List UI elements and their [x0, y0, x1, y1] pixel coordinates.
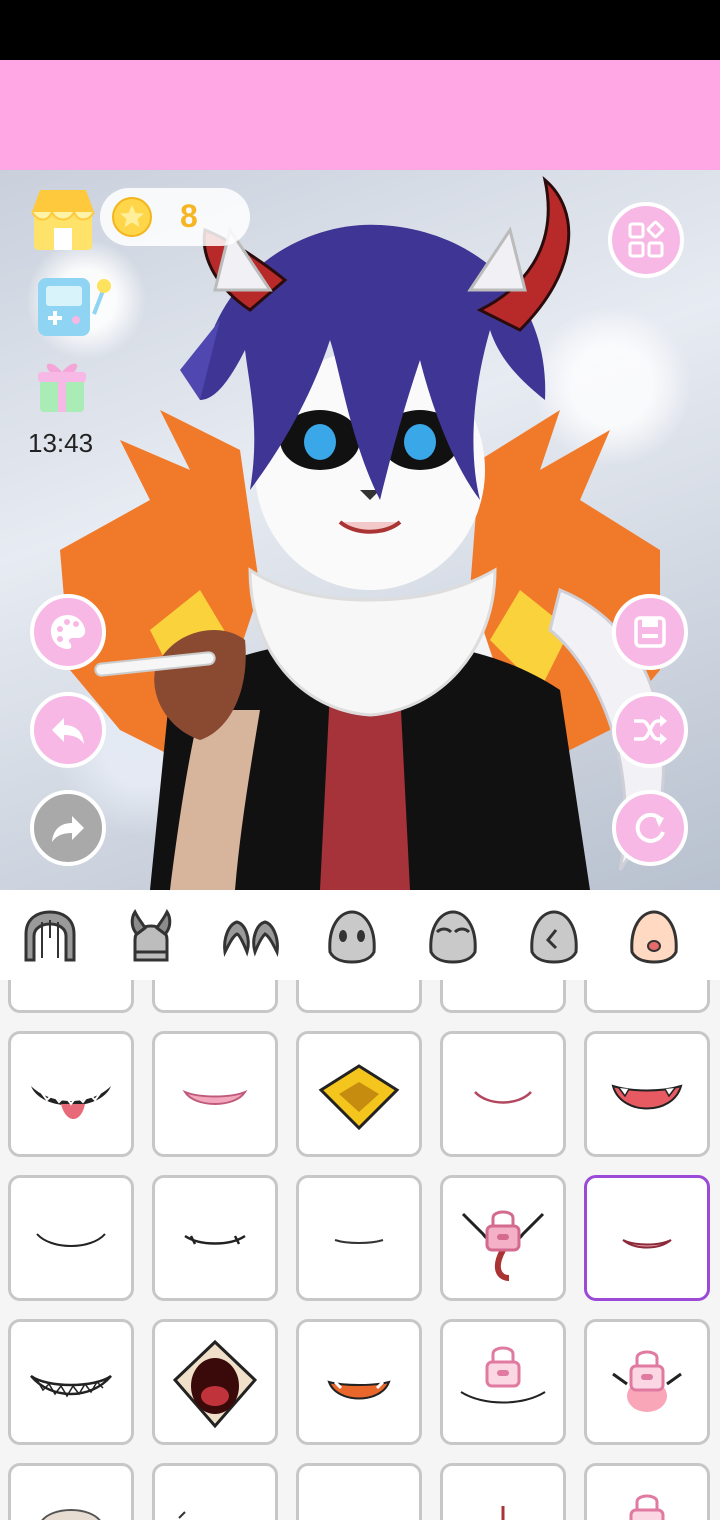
- lock-icon: [629, 1350, 665, 1392]
- layout-grid-icon: [628, 220, 665, 258]
- option-tile[interactable]: [8, 980, 134, 1013]
- nose-icon: [530, 910, 578, 964]
- option-tile[interactable]: [440, 980, 566, 1013]
- tab-nose[interactable]: [524, 908, 584, 964]
- redo-icon: [52, 816, 84, 842]
- coin-icon: [112, 197, 152, 237]
- option-tile[interactable]: [440, 1175, 566, 1301]
- ad-banner[interactable]: [0, 60, 720, 170]
- redo-button[interactable]: [30, 790, 106, 866]
- save-icon: [634, 616, 666, 648]
- avatar-canvas: 8 13:43: [0, 170, 720, 890]
- palette-icon: [50, 615, 86, 649]
- option-tile[interactable]: [584, 980, 710, 1013]
- layout-button[interactable]: [608, 202, 684, 278]
- coin-value: 8: [180, 198, 198, 234]
- option-tile-selected[interactable]: [584, 1175, 710, 1301]
- lock-icon: [629, 1494, 665, 1520]
- option-tile[interactable]: [584, 1319, 710, 1445]
- shuffle-button[interactable]: [612, 692, 688, 768]
- horns-icon: [130, 909, 172, 962]
- option-tile[interactable]: [440, 1463, 566, 1520]
- eyes-icon: [328, 910, 376, 964]
- gift-icon[interactable]: [36, 356, 88, 414]
- option-tile[interactable]: [296, 1175, 422, 1301]
- eyebrows-icon: [429, 910, 477, 964]
- game-machine-icon[interactable]: [34, 270, 114, 340]
- option-tile[interactable]: [296, 980, 422, 1013]
- option-tile[interactable]: [152, 1319, 278, 1445]
- option-tile[interactable]: [296, 1031, 422, 1157]
- tab-ears[interactable]: [221, 908, 281, 964]
- option-tile[interactable]: [584, 1463, 710, 1520]
- reset-button[interactable]: [612, 790, 688, 866]
- tab-hair[interactable]: [20, 908, 80, 964]
- tab-eyebrows[interactable]: [423, 908, 483, 964]
- option-tile[interactable]: [152, 1175, 278, 1301]
- tab-mouth[interactable]: [624, 908, 684, 964]
- mouth-options-grid: [0, 980, 720, 1520]
- color-palette-button[interactable]: [30, 594, 106, 670]
- option-tile[interactable]: [584, 1031, 710, 1157]
- lock-icon: [485, 1210, 521, 1252]
- category-tabs: [0, 890, 720, 980]
- option-tile[interactable]: [296, 1319, 422, 1445]
- tab-eyes[interactable]: [322, 908, 382, 964]
- option-tile[interactable]: [440, 1031, 566, 1157]
- coin-counter: 8: [100, 188, 250, 246]
- shuffle-icon: [634, 715, 667, 745]
- shop-icon[interactable]: [28, 182, 98, 252]
- status-bar: [0, 0, 720, 60]
- save-button[interactable]: [612, 594, 688, 670]
- mouth-icon: [630, 910, 678, 964]
- option-tile[interactable]: [8, 1175, 134, 1301]
- undo-button[interactable]: [30, 692, 106, 768]
- option-tile[interactable]: [8, 1031, 134, 1157]
- option-tile[interactable]: [152, 1031, 278, 1157]
- ears-icon: [223, 920, 279, 957]
- option-tile[interactable]: [8, 1463, 134, 1520]
- reset-icon: [635, 812, 665, 843]
- option-tile[interactable]: [8, 1319, 134, 1445]
- undo-icon: [52, 718, 84, 744]
- option-tile[interactable]: [152, 1463, 278, 1520]
- option-tile[interactable]: [152, 980, 278, 1013]
- clock-text: 13:43: [28, 428, 94, 458]
- option-tile[interactable]: [296, 1463, 422, 1520]
- option-tile[interactable]: [440, 1319, 566, 1445]
- lock-icon: [485, 1346, 521, 1388]
- hair-icon: [24, 910, 76, 962]
- tab-horns[interactable]: [121, 908, 181, 964]
